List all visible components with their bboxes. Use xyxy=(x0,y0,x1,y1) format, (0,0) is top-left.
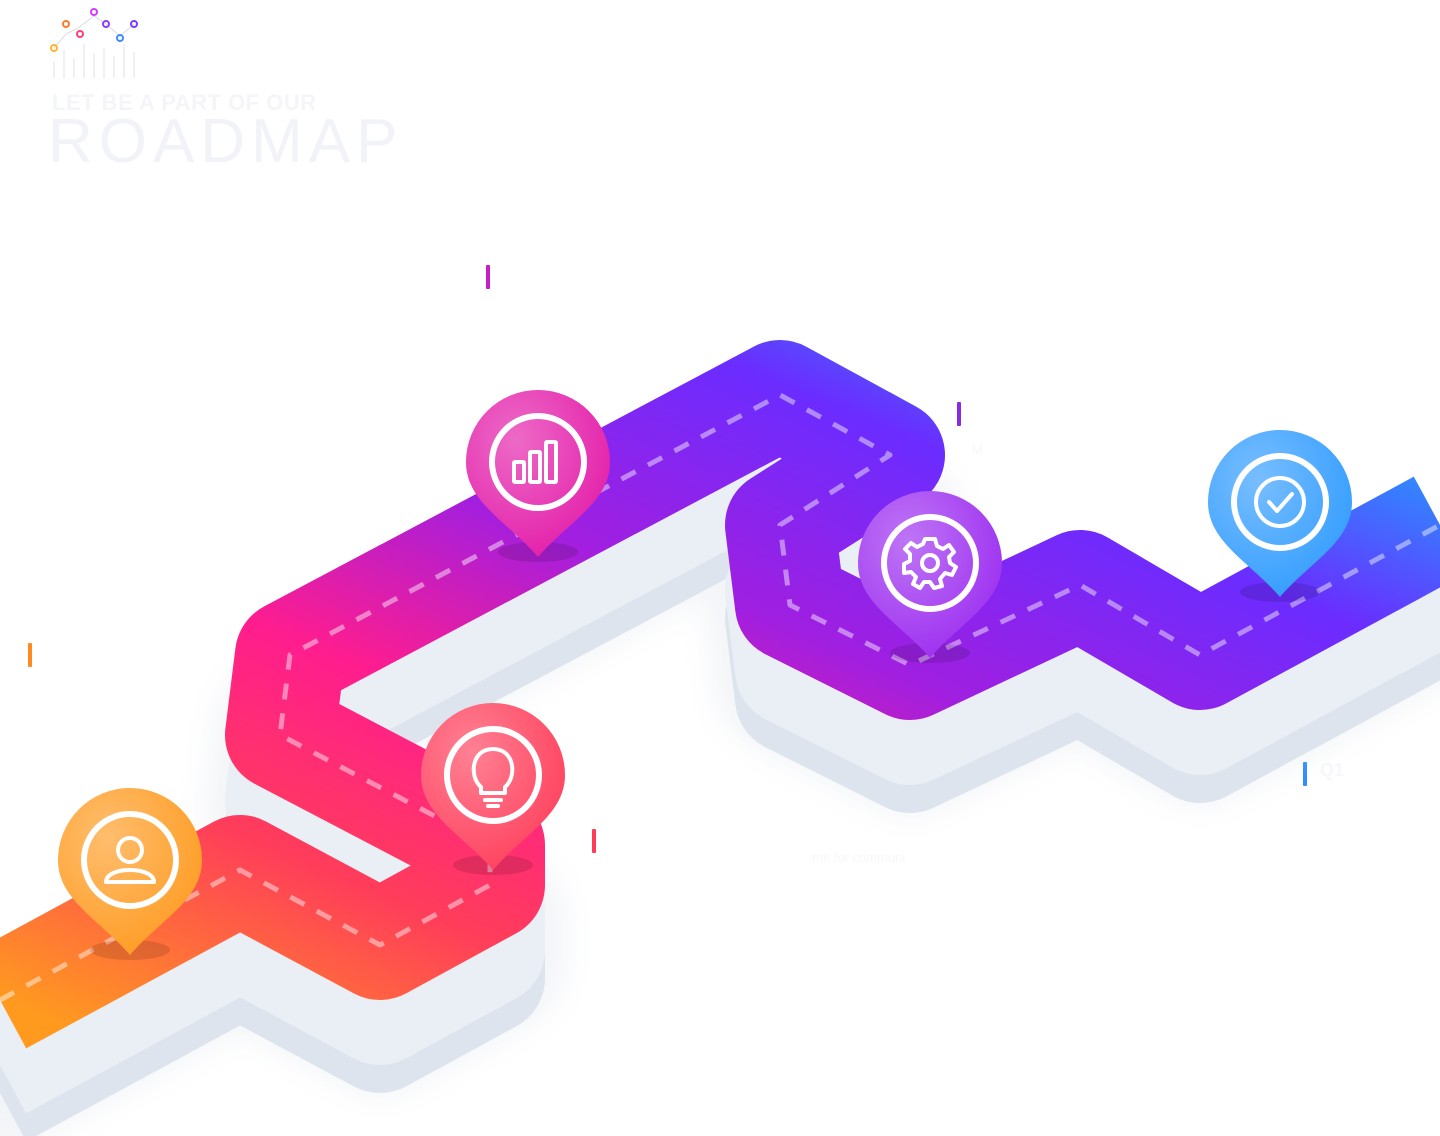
roadmap-road xyxy=(0,340,1440,1136)
